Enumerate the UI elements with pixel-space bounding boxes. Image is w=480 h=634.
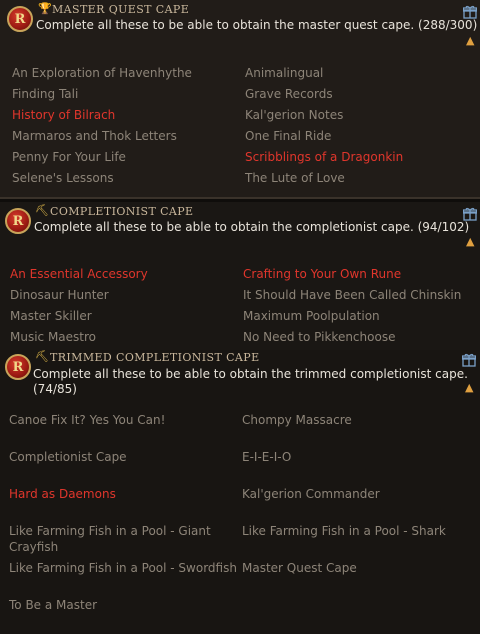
- gift-icon[interactable]: [463, 207, 477, 221]
- pickaxe-icon: ⛏: [35, 204, 49, 217]
- section-description: Complete all these to be able to obtain …: [33, 367, 468, 381]
- list-item[interactable]: No Need to Pikkenchoose: [243, 329, 395, 345]
- list-item[interactable]: Penny For Your Life: [12, 149, 126, 165]
- list-item[interactable]: Music Maestro: [10, 329, 96, 345]
- trimmed-completionist-cape-panel: R ⛏ TRIMMED COMPLETIONIST CAPE Complete …: [0, 350, 480, 634]
- list-item[interactable]: Master Skiller: [10, 308, 92, 324]
- list-item[interactable]: Maximum Poolpulation: [243, 308, 380, 324]
- list-item[interactable]: Marmaros and Thok Letters: [12, 128, 177, 144]
- list-item[interactable]: The Lute of Love: [245, 170, 345, 186]
- section-description: Complete all these to be able to obtain …: [36, 18, 478, 32]
- list-item[interactable]: History of Bilrach: [12, 107, 115, 123]
- list-item[interactable]: Master Quest Cape: [242, 560, 357, 576]
- gift-icon[interactable]: [462, 353, 476, 367]
- list-item[interactable]: To Be a Master: [9, 597, 97, 613]
- gift-icon[interactable]: [463, 5, 477, 19]
- list-item-line: Like Farming Fish in a Pool - Giant: [9, 524, 211, 538]
- runescape-badge-icon: R: [5, 354, 31, 380]
- runescape-badge-icon: R: [7, 6, 33, 32]
- list-item[interactable]: Like Farming Fish in a Pool - Giant Cray…: [9, 523, 211, 555]
- section-title: TRIMMED COMPLETIONIST CAPE: [50, 351, 260, 364]
- runescape-badge-icon: R: [5, 208, 31, 234]
- list-item[interactable]: E-I-E-I-O: [242, 449, 291, 465]
- list-item[interactable]: Selene's Lessons: [12, 170, 114, 186]
- list-item[interactable]: Chompy Massacre: [242, 412, 352, 428]
- section-title: MASTER QUEST CAPE: [52, 3, 190, 16]
- list-item[interactable]: Hard as Daemons: [9, 486, 116, 502]
- list-item[interactable]: Dinosaur Hunter: [10, 287, 109, 303]
- pickaxe-icon: ⛏: [35, 350, 49, 363]
- list-item[interactable]: Completionist Cape: [9, 449, 127, 465]
- list-item[interactable]: Crafting to Your Own Rune: [243, 266, 401, 282]
- chevron-up-icon[interactable]: ▲: [466, 34, 474, 47]
- list-item-line: Crayfish: [9, 540, 59, 554]
- list-item[interactable]: One Final Ride: [245, 128, 331, 144]
- list-item[interactable]: Kal'gerion Notes: [245, 107, 343, 123]
- trophy-icon: 🏆: [38, 2, 52, 15]
- section-title: COMPLETIONIST CAPE: [50, 205, 194, 218]
- list-item[interactable]: Canoe Fix It? Yes You Can!: [9, 412, 165, 428]
- list-item[interactable]: Like Farming Fish in a Pool - Shark: [242, 523, 446, 539]
- section-progress: (74/85): [33, 382, 77, 396]
- chevron-up-icon[interactable]: ▲: [466, 235, 474, 248]
- list-item[interactable]: Kal'gerion Commander: [242, 486, 380, 502]
- list-item[interactable]: Animalingual: [245, 65, 323, 81]
- list-item[interactable]: It Should Have Been Called Chinskin: [243, 287, 461, 303]
- completionist-cape-panel: R ⛏ COMPLETIONIST CAPE Complete all thes…: [0, 202, 480, 350]
- list-item[interactable]: Grave Records: [245, 86, 333, 102]
- section-description: Complete all these to be able to obtain …: [34, 220, 470, 234]
- list-item[interactable]: Like Farming Fish in a Pool - Swordfish: [9, 560, 237, 576]
- list-item[interactable]: An Exploration of Havenhythe: [12, 65, 192, 81]
- master-quest-cape-panel: R 🏆 MASTER QUEST CAPE Complete all these…: [0, 0, 480, 199]
- list-item[interactable]: Scribblings of a Dragonkin: [245, 149, 403, 165]
- list-item[interactable]: An Essential Accessory: [10, 266, 148, 282]
- list-item[interactable]: Finding Tali: [12, 86, 78, 102]
- chevron-up-icon[interactable]: ▲: [465, 381, 473, 394]
